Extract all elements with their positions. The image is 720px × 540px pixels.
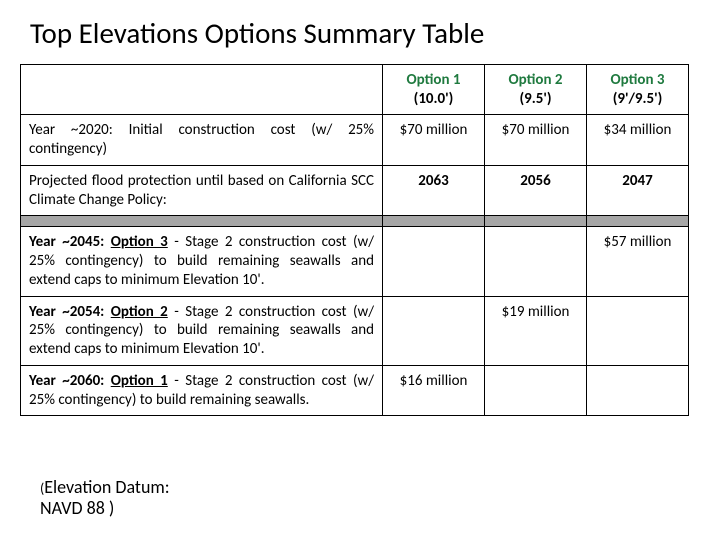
- header-option-1: Option 1 (10.0'): [383, 64, 485, 115]
- year-text: Year ~2045:: [29, 233, 111, 251]
- option-name: Option 1: [391, 71, 476, 90]
- cell-opt2: $70 million: [485, 115, 587, 166]
- row-stage2-option3: Year ~2045: Option 3 - Stage 2 construct…: [21, 227, 689, 296]
- option-sub: (9'/9.5'): [595, 90, 680, 109]
- row-stage2-option1: Year ~2060: Option 1 - Stage 2 construct…: [21, 365, 689, 416]
- row-label: Year ~2020: Initial construction cost (w…: [21, 115, 383, 166]
- cell-opt2: [485, 227, 587, 296]
- header-option-2: Option 2 (9.5'): [485, 64, 587, 115]
- footer-line1: Elevation Datum:: [44, 476, 169, 498]
- footer-line2: NAVD 88 ): [40, 497, 114, 519]
- cell-opt2: $19 million: [485, 296, 587, 365]
- divider-row: [21, 216, 689, 227]
- row-initial-cost: Year ~2020: Initial construction cost (w…: [21, 115, 689, 166]
- cell-opt3: $34 million: [587, 115, 689, 166]
- cell-opt2: [485, 365, 587, 416]
- cell-opt1: $16 million: [383, 365, 485, 416]
- slide: Top Elevations Options Summary Table Opt…: [0, 0, 720, 540]
- year-text: Year ~2054:: [29, 303, 111, 321]
- header-empty: [21, 64, 383, 115]
- cell-opt1: 2063: [383, 165, 485, 216]
- cell-opt1: $70 million: [383, 115, 485, 166]
- option-sub: (9.5'): [493, 90, 578, 109]
- option-name: Option 3: [595, 71, 680, 90]
- cell-opt1: [383, 296, 485, 365]
- row-label: Year ~2045: Option 3 - Stage 2 construct…: [21, 227, 383, 296]
- header-option-3: Option 3 (9'/9.5'): [587, 64, 689, 115]
- option-text: Option 1: [111, 372, 168, 390]
- cell-opt1: [383, 227, 485, 296]
- option-text: Option 2: [111, 303, 168, 321]
- header-row: Option 1 (10.0') Option 2 (9.5') Option …: [21, 64, 689, 115]
- summary-table: Option 1 (10.0') Option 2 (9.5') Option …: [20, 64, 689, 417]
- row-projected-protection: Projected flood protection until based o…: [21, 165, 689, 216]
- option-name: Option 2: [493, 71, 578, 90]
- row-label-a: Year ~2020:: [29, 121, 113, 139]
- year-text: Year ~2060:: [29, 372, 111, 390]
- cell-opt3: 2047: [587, 165, 689, 216]
- row-label: Year ~2054: Option 2 - Stage 2 construct…: [21, 296, 383, 365]
- cell-opt2: 2056: [485, 165, 587, 216]
- option-sub: (10.0'): [391, 90, 476, 109]
- cell-opt3: $57 million: [587, 227, 689, 296]
- cell-opt3: [587, 365, 689, 416]
- cell-opt3: [587, 296, 689, 365]
- option-text: Option 3: [111, 233, 168, 251]
- row-label: Year ~2060: Option 1 - Stage 2 construct…: [21, 365, 383, 416]
- slide-title: Top Elevations Options Summary Table: [30, 18, 700, 50]
- row-stage2-option2: Year ~2054: Option 2 - Stage 2 construct…: [21, 296, 689, 365]
- row-label: Projected flood protection until based o…: [21, 165, 383, 216]
- footer-note: (Elevation Datum: NAVD 88 ): [40, 477, 170, 520]
